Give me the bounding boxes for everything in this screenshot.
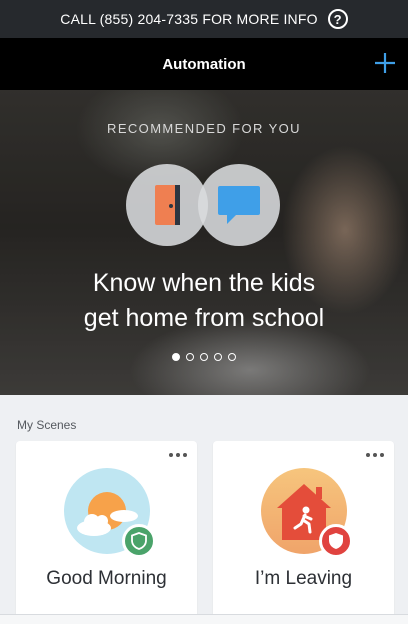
scene-card-good-morning[interactable]: Good Morning (16, 441, 197, 624)
recommendation-carousel[interactable]: RECOMMENDED FOR YOU Know when the kids g… (0, 90, 408, 395)
headline-line-1: Know when the kids (92, 269, 316, 297)
shield-icon (122, 524, 156, 558)
pager-dot[interactable] (186, 353, 194, 361)
pager-dot[interactable] (200, 353, 208, 361)
scene-label: Good Morning (46, 568, 167, 589)
more-options-icon[interactable] (169, 453, 187, 457)
page-title: Automation (162, 55, 246, 73)
carousel-pager[interactable] (0, 353, 408, 361)
more-options-icon[interactable] (366, 453, 384, 457)
pager-dot[interactable] (172, 353, 180, 361)
pager-dot[interactable] (228, 353, 236, 361)
tab-bar-edge (0, 614, 408, 624)
pager-dot[interactable] (214, 353, 222, 361)
shield-icon (319, 524, 353, 558)
house-walking-person-icon (261, 468, 353, 558)
chat-bubble-icon (198, 164, 280, 246)
call-info-bar[interactable]: CALL (855) 204-7335 FOR MORE INFO ? (0, 0, 408, 38)
headline-line-2: get home from school (83, 304, 325, 332)
sun-clouds-icon (64, 468, 156, 558)
help-icon[interactable]: ? (327, 9, 348, 29)
call-info-text: CALL (855) 204-7335 FOR MORE INFO (60, 11, 318, 27)
nav-bar: Automation (0, 38, 408, 90)
scene-card-im-leaving[interactable]: I’m Leaving (213, 441, 394, 624)
section-title: My Scenes (17, 418, 77, 432)
plus-icon[interactable] (372, 50, 398, 76)
door-icon (126, 164, 208, 246)
scene-label: I’m Leaving (254, 568, 353, 589)
recommended-kicker: RECOMMENDED FOR YOU (107, 121, 301, 136)
recommendation-headline: Know when the kids get home from school (0, 266, 408, 336)
